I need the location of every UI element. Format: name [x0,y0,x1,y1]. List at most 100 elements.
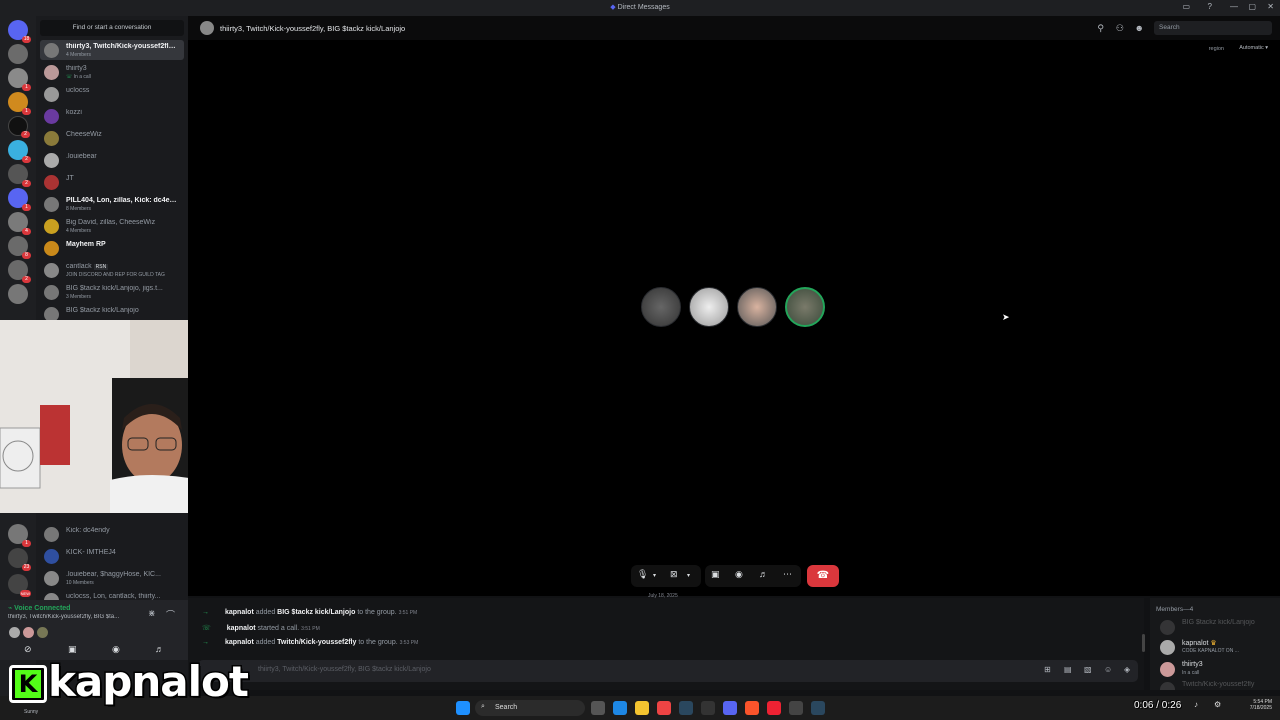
dm-item[interactable]: BIG $tackz kick/Lanjojo, jigs.t... 3 Mem… [40,282,184,302]
brave-icon[interactable] [745,701,759,715]
activity-icon[interactable]: ◉ [735,569,743,580]
chevron-down-icon[interactable]: ▾ [653,572,656,579]
help-icon[interactable]: ? [1208,2,1212,11]
dm-item[interactable]: Big David, zillas, CheeseWiz 4 Members [40,216,184,236]
soundboard-icon[interactable]: ♬ [759,569,768,579]
member-item[interactable]: Twitch/Kick-youssef2fly [1160,680,1275,690]
server-icon[interactable] [8,284,28,304]
more-icon[interactable]: ⋯ [783,569,792,580]
message-input[interactable]: thiirty3, Twitch/Kick-youssef2fly, BIG $… [198,660,1138,682]
dm-item[interactable]: Kick: dc4endy [40,524,184,544]
server-icon[interactable]: 2 [8,260,31,283]
network-icon[interactable]: ⚙ [1214,700,1221,709]
dm-item[interactable]: .louiebear [40,150,184,170]
server-icon[interactable]: 2 [8,116,30,138]
volume-icon[interactable]: ♪ [1194,700,1198,709]
dm-item[interactable]: .louiebear, $haggyHose, KIC... 10 Member… [40,568,184,588]
disconnect-icon[interactable]: ⌒ [166,608,175,621]
group-title[interactable]: thiirty3, Twitch/Kick-youssef2fly, BIG $… [220,24,405,33]
avatar [44,593,59,600]
camera-off-icon[interactable]: ⊠ [670,569,678,580]
region-select[interactable]: Automatic ▾ [1239,45,1268,51]
dm-item[interactable]: uclocss [40,84,184,104]
find-conversation-button[interactable]: Find or start a conversation [40,20,184,36]
emoji-icon[interactable]: ☺ [1104,665,1112,674]
camera-off-icon[interactable]: ⊘ [24,644,32,655]
dm-item[interactable]: PILL404, Lon, zillas, Kick: dc4endy 8 Me… [40,194,184,214]
add-friends-icon[interactable]: ⚇ [1116,23,1124,34]
members-icon[interactable]: ☻ [1135,23,1144,33]
taskbar-search[interactable]: ⌕ Search [475,700,585,716]
server-icon[interactable]: 23 [8,548,31,571]
dm-item[interactable]: thiirty3, Twitch/Kick-youssef2fly, BIG $… [40,40,184,60]
pin-icon[interactable]: ⚲ [1097,23,1104,34]
screen-share-icon[interactable]: ▣ [68,644,77,655]
server-icon[interactable]: 4 [8,212,31,235]
clock[interactable]: 5:54 PM 7/18/2025 [1240,699,1272,711]
window-title: ◆ Direct Messages [610,4,670,11]
discord-icon[interactable] [723,701,737,715]
avatar [1160,682,1175,690]
app-icon[interactable] [767,701,781,715]
soundboard-icon[interactable]: ♬ [155,644,164,654]
activity-icon[interactable]: ◉ [112,644,120,655]
avatar [44,219,59,234]
steam-icon[interactable] [811,701,825,715]
close-button[interactable]: ✕ [1267,2,1274,11]
disconnect-call-button[interactable]: ☎ [807,565,839,587]
screen-share-icon[interactable]: ▣ [711,569,720,580]
gift-icon[interactable]: ⊞ [1044,665,1051,674]
explorer-icon[interactable] [635,701,649,715]
member-list: Members—4 BIG $tackz kick/Lanjojo kapnal… [1150,598,1280,690]
dm-item[interactable]: thiirty3 ☏ In a call [40,62,184,82]
avatar [44,43,59,58]
member-item[interactable]: thiirty3 In a call [1160,660,1275,680]
dm-item[interactable]: JT [40,172,184,192]
participant-avatar[interactable] [641,287,681,327]
server-icon[interactable]: 1 [8,188,31,211]
participant-avatar[interactable] [737,287,777,327]
search-input[interactable]: Search [1154,21,1272,35]
app-icon[interactable] [701,701,715,715]
dm-item[interactable]: kozzi [40,106,184,126]
maximize-button[interactable]: ▢ [1248,2,1256,11]
participant-avatar[interactable] [689,287,729,327]
participant-avatar-speaking[interactable] [785,287,825,327]
server-icon[interactable]: 1 [8,524,31,547]
server-icon[interactable]: 1 [8,92,31,115]
server-icon[interactable]: 2 [8,164,31,187]
app-icon[interactable] [789,701,803,715]
dm-item[interactable]: uclocss, Lon, cantlack, thiirty... [40,590,184,600]
edge-icon[interactable] [613,701,627,715]
chevron-down-icon[interactable]: ▾ [687,572,690,579]
scrollbar[interactable] [1142,634,1145,652]
minimize-button[interactable]: — [1230,2,1238,11]
server-icon[interactable]: 1 [8,68,31,91]
windows-start-icon[interactable] [456,701,470,715]
dm-item[interactable]: cantlack RSN JOIN DISCORD AND REP FOR GU… [40,260,184,280]
chrome-icon[interactable] [657,701,671,715]
steam-icon[interactable] [679,701,693,715]
member-item[interactable]: kapnalot ♛ CODE KAPNALOT ON ... [1160,638,1275,658]
inbox-icon[interactable]: ▭ [1182,2,1190,11]
members-header: Members—4 [1156,606,1194,613]
microphone-icon[interactable]: 🎙︎ [637,569,648,580]
server-icon[interactable] [8,44,28,64]
server-icon[interactable]: 8 [8,236,31,259]
voice-status-panel: ⌁ Voice Connected thiirty3, Twitch/Kick-… [0,600,188,660]
server-icon[interactable]: 2 [8,140,31,163]
member-item[interactable]: BIG $tackz kick/Lanjojo [1160,618,1275,638]
dm-item[interactable]: KICK- IMTHEJ4 [40,546,184,566]
dm-home-button[interactable]: 18 [8,20,31,43]
apps-icon[interactable]: ◈ [1124,665,1130,674]
gif-icon[interactable]: ▤ [1064,665,1072,674]
task-view-icon[interactable] [591,701,605,715]
dm-item[interactable]: CheeseWiz [40,128,184,148]
noise-suppression-icon[interactable]: ⋇ [148,608,156,619]
server-icon[interactable]: NEW [8,574,31,597]
sticker-icon[interactable]: ▧ [1084,665,1092,674]
activity-controls: ▣ ◉ ♬ ⋯ [705,565,801,587]
dm-item[interactable]: Mayhem RP [40,238,184,258]
mouse-cursor-icon: ➤ [1002,312,1010,322]
voice-channel-name[interactable]: thiirty3, Twitch/Kick-youssef2fly, BIG $… [8,614,148,620]
